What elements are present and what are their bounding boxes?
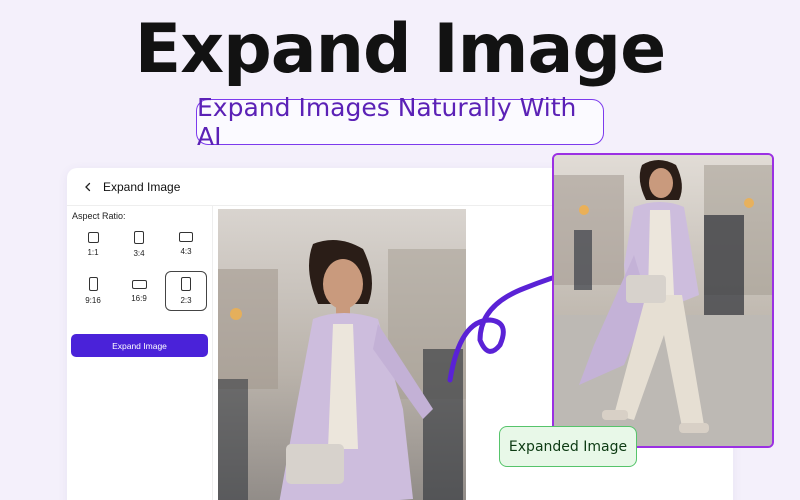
side-panel: Aspect Ratio: 1:1 3:4 4:3 9:16 16:9 2:3 … [67, 206, 213, 500]
expanded-photo [552, 153, 774, 448]
ratio-option-2-3[interactable]: 2:3 [165, 271, 207, 311]
ratio-option-9-16[interactable]: 9:16 [72, 271, 114, 311]
expand-image-button[interactable]: Expand Image [71, 334, 208, 357]
landscape-ratio-icon [179, 232, 193, 242]
ratio-label: 1:1 [87, 247, 99, 257]
header-title: Expand Image [103, 179, 181, 194]
ratio-label: 16:9 [131, 293, 147, 303]
original-photo [218, 209, 466, 500]
ratio-label: 4:3 [180, 247, 192, 256]
ratio-option-4-3[interactable]: 4:3 [165, 224, 207, 264]
aspect-ratio-label: Aspect Ratio: [72, 211, 126, 221]
hero-title: Expand Image [134, 10, 666, 89]
back-arrow-icon[interactable] [81, 180, 95, 194]
ratio-label: 2:3 [180, 296, 192, 305]
ratio-option-16-9[interactable]: 16:9 [118, 271, 160, 311]
portrait-ratio-icon [181, 277, 191, 291]
ratio-label: 3:4 [133, 248, 145, 258]
portrait-ratio-icon [134, 230, 144, 244]
ratio-label: 9:16 [85, 296, 101, 305]
tall-portrait-ratio-icon [88, 277, 98, 291]
expanded-image-badge: Expanded Image [499, 426, 637, 467]
wide-landscape-ratio-icon [131, 279, 147, 289]
hero-subtitle: Expand Images Naturally With AI [196, 93, 604, 151]
square-ratio-icon [87, 231, 99, 243]
ratio-option-1-1[interactable]: 1:1 [72, 224, 114, 264]
ratio-option-3-4[interactable]: 3:4 [118, 224, 160, 264]
